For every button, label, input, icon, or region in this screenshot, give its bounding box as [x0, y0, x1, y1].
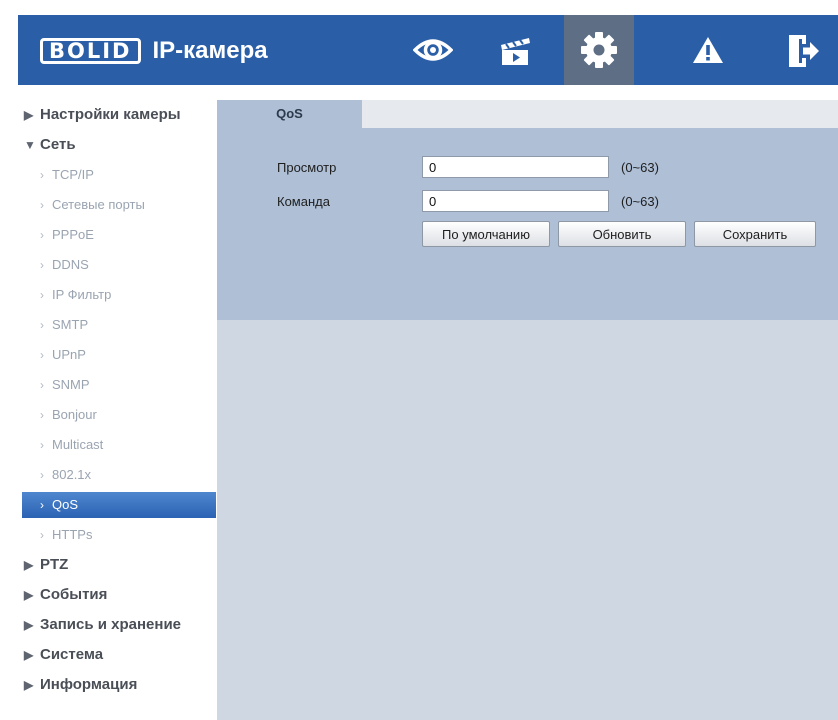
sidebar-item-label: SMTP [52, 317, 89, 332]
command-row: Команда (0~63) [217, 190, 838, 214]
playback-button[interactable] [480, 15, 550, 85]
sidebar-item-multicast[interactable]: › Multicast [18, 430, 216, 460]
collapsed-arrow-icon: ▶ [24, 108, 34, 122]
collapsed-arrow-icon: ▶ [24, 648, 34, 662]
collapsed-arrow-icon: ▶ [24, 618, 34, 632]
sidebar-item-8021x[interactable]: › 802.1x [18, 460, 216, 490]
chevron-right-icon: › [40, 228, 44, 242]
view-label: Просмотр [277, 160, 337, 175]
main-content: QoS Просмотр (0~63) Команда (0~63) По ум… [217, 100, 838, 720]
sidebar-item-label: TCP/IP [52, 167, 94, 182]
settings-sidebar: ▶ Настройки камеры ▼ Сеть › TCP/IP › Сетевые… [18, 100, 216, 700]
sidebar-camera-settings[interactable]: ▶ Настройки камеры [18, 100, 216, 130]
command-label: Команда [277, 194, 330, 209]
refresh-button[interactable]: Обновить [558, 221, 686, 247]
sidebar-item-smtp[interactable]: › SMTP [18, 310, 216, 340]
sidebar-item-label: QoS [52, 497, 79, 512]
collapsed-arrow-icon: ▶ [24, 678, 34, 692]
live-view-button[interactable] [398, 15, 468, 85]
product-title: IP-камера [152, 37, 268, 64]
sidebar-item-pppoe[interactable]: › PPPoE [18, 220, 216, 250]
sidebar-ptz-label: PTZ [40, 556, 69, 573]
sidebar-item-label: SNMP [52, 377, 90, 392]
command-input[interactable] [422, 190, 609, 212]
chevron-right-icon: › [40, 348, 44, 362]
brand-logo: BOLID IP-камера [40, 37, 268, 64]
chevron-right-icon: › [40, 438, 44, 452]
chevron-right-icon: › [40, 318, 44, 332]
sidebar-info[interactable]: ▶ Информация [18, 670, 216, 700]
sidebar-network[interactable]: ▼ Сеть [18, 130, 216, 160]
chevron-right-icon: › [40, 288, 44, 302]
logout-icon [789, 35, 819, 67]
chevron-right-icon: › [40, 258, 44, 272]
chevron-right-icon: › [40, 498, 44, 512]
sidebar-item-ip-filter[interactable]: › IP Фильтр [18, 280, 216, 310]
chevron-right-icon: › [40, 168, 44, 182]
expanded-arrow-icon: ▼ [24, 138, 36, 152]
collapsed-arrow-icon: ▶ [24, 558, 34, 572]
sidebar-item-bonjour[interactable]: › Bonjour [18, 400, 216, 430]
default-button[interactable]: По умолчанию [422, 221, 550, 247]
brand-logo-box: BOLID [40, 38, 141, 64]
sidebar-item-label: HTTPs [52, 527, 93, 542]
sidebar-item-label: IP Фильтр [52, 287, 112, 302]
eye-icon [413, 39, 453, 61]
sidebar-events[interactable]: ▶ События [18, 580, 216, 610]
sidebar-camera-settings-label: Настройки камеры [40, 106, 181, 123]
button-row: По умолчанию Обновить Сохранить [217, 221, 838, 249]
sidebar-events-label: События [40, 586, 108, 603]
sidebar-ptz[interactable]: ▶ PTZ [18, 550, 216, 580]
sidebar-network-label: Сеть [40, 136, 76, 153]
collapsed-arrow-icon: ▶ [24, 588, 34, 602]
view-input[interactable] [422, 156, 609, 178]
sidebar-storage-label: Запись и хранение [40, 616, 182, 633]
chevron-right-icon: › [40, 528, 44, 542]
view-range-hint: (0~63) [621, 160, 659, 175]
settings-button[interactable] [564, 15, 634, 85]
clapperboard-icon [501, 38, 530, 65]
sidebar-item-label: 802.1x [52, 467, 92, 482]
sidebar-item-https[interactable]: › HTTPs [18, 520, 216, 550]
sidebar-item-label: Сетевые порты [52, 197, 145, 212]
sidebar-item-label: UPnP [52, 347, 86, 362]
command-range-hint: (0~63) [621, 194, 659, 209]
view-row: Просмотр (0~63) [217, 156, 838, 180]
gear-icon [581, 32, 617, 68]
sidebar-item-label: Multicast [52, 437, 104, 452]
sidebar-system[interactable]: ▶ Система [18, 640, 216, 670]
sidebar-item-tcpip[interactable]: › TCP/IP [18, 160, 216, 190]
sidebar-system-label: Система [40, 646, 104, 663]
sidebar-item-label: PPPoE [52, 227, 94, 242]
chevron-right-icon: › [40, 198, 44, 212]
sidebar-item-label: Bonjour [52, 407, 97, 422]
sidebar-item-upnp[interactable]: › UPnP [18, 340, 216, 370]
sidebar-storage[interactable]: ▶ Запись и хранение [18, 610, 216, 640]
tab-bar: QoS [217, 100, 838, 128]
qos-panel: Просмотр (0~63) Команда (0~63) По умолча… [217, 128, 838, 320]
chevron-right-icon: › [40, 408, 44, 422]
sidebar-item-qos[interactable]: › QoS [22, 492, 216, 518]
logout-button[interactable] [768, 15, 838, 85]
alarm-button[interactable] [673, 15, 743, 85]
chevron-right-icon: › [40, 378, 44, 392]
save-button[interactable]: Сохранить [694, 221, 816, 247]
tab-qos[interactable]: QoS [217, 100, 362, 128]
sidebar-item-snmp[interactable]: › SNMP [18, 370, 216, 400]
chevron-right-icon: › [40, 468, 44, 482]
sidebar-item-ddns[interactable]: › DDNS [18, 250, 216, 280]
warning-icon [693, 37, 723, 63]
top-header: BOLID IP-камера [18, 15, 838, 85]
sidebar-item-label: DDNS [52, 257, 89, 272]
sidebar-item-network-ports[interactable]: › Сетевые порты [18, 190, 216, 220]
sidebar-info-label: Информация [40, 676, 138, 693]
